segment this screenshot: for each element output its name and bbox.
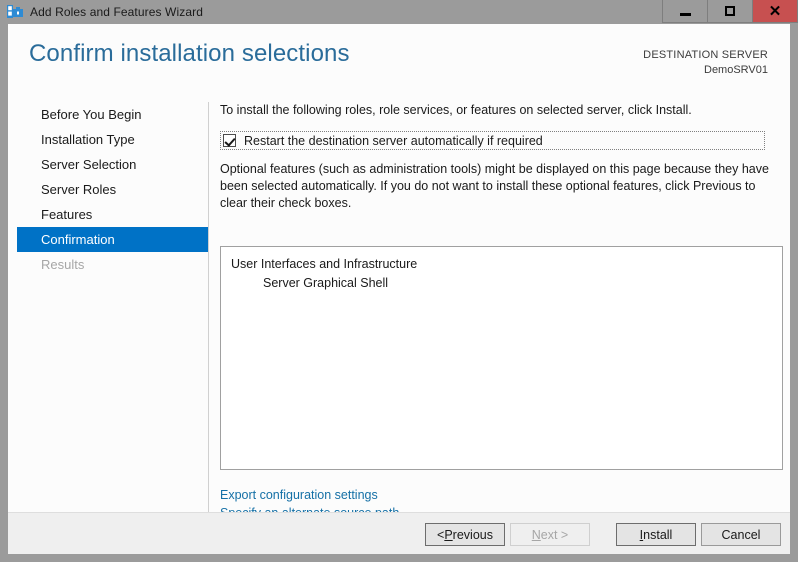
sidebar-item-installation-type[interactable]: Installation Type xyxy=(8,127,209,152)
close-button[interactable]: ✕ xyxy=(752,0,798,23)
minimize-button[interactable] xyxy=(662,0,707,23)
restart-checkbox-row[interactable]: Restart the destination server automatic… xyxy=(220,131,765,150)
export-configuration-settings-link[interactable]: Export configuration settings xyxy=(220,486,378,504)
cancel-button[interactable]: Cancel xyxy=(701,523,781,546)
destination-server-block: DESTINATION SERVER DemoSRV01 xyxy=(643,48,768,78)
install-button[interactable]: Install xyxy=(616,523,696,546)
restart-checkbox-label: Restart the destination server automatic… xyxy=(244,133,543,148)
restart-checkbox[interactable] xyxy=(223,134,236,147)
page-title: Confirm installation selections xyxy=(29,40,350,67)
wizard-steps-sidebar: Before You Begin Installation Type Serve… xyxy=(8,102,209,524)
close-icon: ✕ xyxy=(768,2,782,20)
title-bar[interactable]: Add Roles and Features Wizard ✕ xyxy=(0,0,798,24)
previous-button-rest: revious xyxy=(452,527,493,542)
minimize-icon xyxy=(679,12,691,16)
caption-buttons: ✕ xyxy=(662,0,798,24)
list-item: User Interfaces and Infrastructure xyxy=(231,257,418,271)
sidebar-item-server-selection[interactable]: Server Selection xyxy=(8,152,209,177)
wizard-client-area: Confirm installation selections DESTINAT… xyxy=(8,24,790,554)
maximize-button[interactable] xyxy=(707,0,752,23)
destination-server-name: DemoSRV01 xyxy=(704,64,768,76)
sidebar-item-confirmation[interactable]: Confirmation xyxy=(17,227,209,252)
previous-button-mnemonic: P xyxy=(444,527,453,542)
previous-button[interactable]: < Previous xyxy=(425,523,505,546)
sidebar-divider xyxy=(208,102,209,524)
next-button-mnemonic: N xyxy=(531,527,541,542)
install-button-rest: nstall xyxy=(643,527,673,542)
destination-server-label: DESTINATION SERVER xyxy=(643,49,768,61)
next-button: Next > xyxy=(510,523,590,546)
sidebar-item-features[interactable]: Features xyxy=(8,202,209,227)
list-item: Server Graphical Shell xyxy=(263,276,389,290)
optional-features-note: Optional features (such as administratio… xyxy=(220,162,769,210)
sidebar-item-server-roles[interactable]: Server Roles xyxy=(8,177,209,202)
sidebar-item-before-you-begin[interactable]: Before You Begin xyxy=(8,102,209,127)
maximize-icon xyxy=(725,6,735,16)
page-header: Confirm installation selections DESTINAT… xyxy=(8,24,790,84)
wizard-footer: < Previous Next > Install Cancel xyxy=(8,512,790,554)
wizard-window: Add Roles and Features Wizard ✕ Confirm … xyxy=(0,0,798,562)
intro-text: To install the following roles, role ser… xyxy=(220,103,692,117)
previous-button-prefix: < xyxy=(437,527,445,542)
sidebar-item-results: Results xyxy=(41,257,85,272)
selected-features-listbox[interactable]: User Interfaces and Infrastructure Serve… xyxy=(220,246,783,470)
window-title: Add Roles and Features Wizard xyxy=(30,5,203,19)
main-content: To install the following roles, role ser… xyxy=(220,102,786,520)
next-button-rest: ext > xyxy=(540,527,569,542)
server-wizard-icon xyxy=(7,4,23,20)
